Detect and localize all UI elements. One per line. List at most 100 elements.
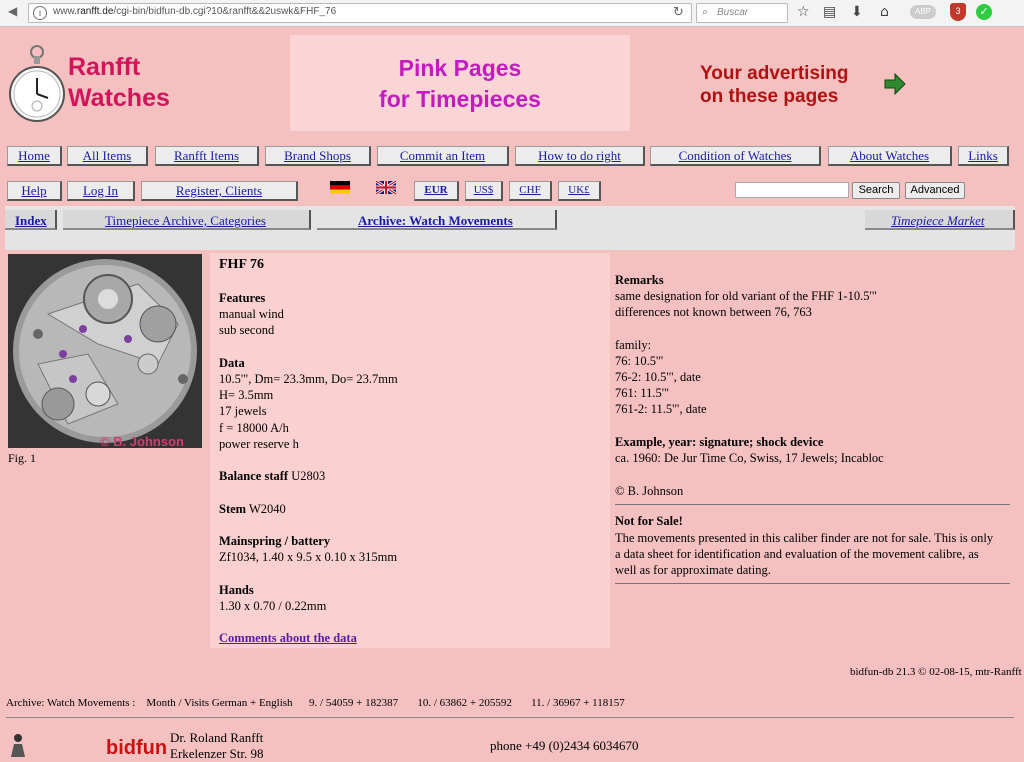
stem-label: Stem bbox=[219, 502, 247, 516]
advertising-text-line1[interactable]: Your advertising bbox=[700, 63, 849, 85]
figure-caption: Fig. 1 bbox=[8, 451, 37, 465]
stem: Stem W2040 bbox=[219, 501, 286, 517]
nav-condition-of-watches[interactable]: Condition of Watches bbox=[650, 146, 821, 166]
archive-subnav: Index Timepiece Archive, Categories Arch… bbox=[5, 206, 1015, 250]
remark-line: same designation for old variant of the … bbox=[615, 289, 877, 303]
nav-home[interactable]: Home bbox=[7, 146, 62, 166]
balance-staff-label: Balance staff bbox=[219, 469, 289, 483]
bookmark-star-icon[interactable]: ☆ bbox=[797, 4, 810, 20]
currency-usd[interactable]: US$ bbox=[465, 181, 503, 201]
logo-text-ranfft[interactable]: Ranfft bbox=[68, 53, 140, 82]
logo-text-watches[interactable]: Watches bbox=[68, 84, 170, 113]
uk-flag-icon[interactable] bbox=[376, 181, 396, 194]
remarks-copyright: © B. Johnson bbox=[615, 484, 684, 498]
remark-line: 76-2: 10.5'", date bbox=[615, 370, 701, 384]
back-icon[interactable]: ◀ bbox=[8, 4, 17, 18]
search-placeholder: Buscar bbox=[717, 7, 749, 18]
check-icon[interactable]: ✓ bbox=[976, 4, 992, 20]
contact-name: Dr. Roland Ranfft bbox=[170, 730, 264, 745]
not-for-sale-heading: Not for Sale! bbox=[615, 514, 683, 528]
data-line: power reserve h bbox=[219, 437, 299, 451]
currency-eur[interactable]: EUR bbox=[414, 181, 459, 201]
remark-line: 761: 11.5'" bbox=[615, 386, 670, 400]
remark-line: differences not known between 76, 763 bbox=[615, 305, 812, 319]
footer-visit-stats: Archive: Watch Movements : Month / Visit… bbox=[6, 697, 625, 709]
data-line: 10.5'", Dm= 23.3mm, Do= 23.7mm bbox=[219, 372, 398, 386]
hands-value: 1.30 x 0.70 / 0.22mm bbox=[219, 599, 327, 613]
data-line: H= 3.5mm bbox=[219, 388, 274, 402]
remark-line: 761-2: 11.5'", date bbox=[615, 402, 707, 416]
not-for-sale-line: a data sheet for identification and eval… bbox=[615, 547, 979, 561]
nav-how-to-do-right[interactable]: How to do right bbox=[515, 146, 645, 166]
mainspring-value: Zf1034, 1.40 x 9.5 x 0.10 x 315mm bbox=[219, 550, 398, 564]
site-search-input[interactable] bbox=[735, 182, 849, 198]
not-for-sale-line: The movements presented in this caliber … bbox=[615, 531, 994, 545]
nav-all-items[interactable]: All Items bbox=[67, 146, 148, 166]
currency-gbp[interactable]: UK£ bbox=[558, 181, 601, 201]
remark-line: family: bbox=[615, 338, 652, 352]
not-for-sale-line: well as for approximate dating. bbox=[615, 563, 771, 577]
contact-street: Erkelenzer Str. 98 bbox=[170, 746, 264, 761]
remark-line: 76: 10.5'" bbox=[615, 354, 664, 368]
nav-log-in[interactable]: Log In bbox=[67, 181, 135, 201]
hands-heading: Hands bbox=[219, 583, 254, 597]
balance-staff-value: U2803 bbox=[288, 469, 326, 483]
nav-help[interactable]: Help bbox=[7, 181, 62, 201]
subnav-archive-categories[interactable]: Timepiece Archive, Categories bbox=[105, 213, 266, 229]
browser-search-input[interactable]: ⌕ Buscar bbox=[696, 3, 788, 23]
example-heading: Example, year: signature; shock device bbox=[615, 435, 824, 449]
german-flag-icon[interactable] bbox=[330, 181, 350, 194]
person-icon bbox=[11, 734, 25, 757]
home-icon[interactable]: ⌂ bbox=[880, 4, 889, 20]
nav-ranfft-items[interactable]: Ranfft Items bbox=[155, 146, 259, 166]
currency-chf[interactable]: CHF bbox=[509, 181, 552, 201]
comments-link[interactable]: Comments about the data bbox=[219, 631, 357, 645]
subnav-archive-movements[interactable]: Archive: Watch Movements bbox=[358, 213, 513, 229]
search-icon: ⌕ bbox=[702, 5, 709, 18]
feature-item: manual wind bbox=[219, 307, 284, 321]
banner-title-line2: for Timepieces bbox=[379, 86, 541, 112]
data-heading: Data bbox=[219, 356, 245, 370]
banner-title-line1: Pink Pages bbox=[398, 55, 522, 81]
adblock-addon-icon[interactable]: ABP bbox=[910, 5, 936, 19]
arrow-right-icon[interactable] bbox=[884, 73, 906, 95]
reload-icon[interactable]: ↻ bbox=[673, 5, 684, 20]
nav-links[interactable]: Links bbox=[958, 146, 1009, 166]
nav-about-watches[interactable]: About Watches bbox=[828, 146, 952, 166]
contact-phone: phone +49 (0)2434 6034670 bbox=[490, 738, 639, 753]
advanced-search-button[interactable]: Advanced bbox=[905, 182, 965, 199]
nav-brand-shops[interactable]: Brand Shops bbox=[265, 146, 371, 166]
subnav-index[interactable]: Index bbox=[15, 213, 47, 229]
footer-divider bbox=[6, 717, 1014, 718]
feature-item: sub second bbox=[219, 323, 275, 337]
reading-list-icon[interactable]: ▤ bbox=[823, 4, 836, 20]
pink-pages-banner[interactable]: Pink Pages for Timepieces bbox=[290, 35, 630, 131]
mainspring-heading: Mainspring / battery bbox=[219, 534, 331, 548]
example-value: ca. 1960: De Jur Time Co, Swiss, 17 Jewe… bbox=[615, 451, 884, 465]
data-line: 17 jewels bbox=[219, 404, 267, 418]
nav-register-clients[interactable]: Register, Clients bbox=[141, 181, 298, 201]
info-icon[interactable]: i bbox=[33, 6, 47, 20]
footer-version: bidfun-db 21.3 © 02-08-15, mtr-Ranfft bbox=[850, 666, 1022, 678]
url-text: www.ranfft.de/cgi-bin/bidfun-db.cgi?10&r… bbox=[53, 6, 337, 17]
caliber-title: FHF 76 bbox=[219, 257, 264, 272]
balance-staff: Balance staff U2803 bbox=[219, 468, 325, 484]
address-bar[interactable]: i www.ranfft.de/cgi-bin/bidfun-db.cgi?10… bbox=[28, 3, 692, 23]
search-button[interactable]: Search bbox=[852, 182, 900, 199]
download-icon[interactable]: ⬇ bbox=[851, 4, 863, 20]
divider bbox=[615, 504, 1010, 505]
stem-value: W2040 bbox=[246, 502, 286, 516]
comments-about-data: Comments about the data bbox=[219, 630, 357, 646]
movement-photo[interactable]: © B. Johnson bbox=[8, 254, 202, 448]
data-line: f = 18000 A/h bbox=[219, 421, 289, 435]
browser-toolbar: ◀ i www.ranfft.de/cgi-bin/bidfun-db.cgi?… bbox=[0, 0, 1024, 27]
features-heading: Features bbox=[219, 291, 266, 305]
photo-credit: © B. Johnson bbox=[100, 434, 184, 448]
shield-icon[interactable]: 3 bbox=[950, 3, 966, 21]
remarks-heading: Remarks bbox=[615, 273, 664, 287]
nav-commit-item[interactable]: Commit an Item bbox=[377, 146, 509, 166]
divider bbox=[615, 583, 1010, 584]
advertising-text-line2[interactable]: on these pages bbox=[700, 86, 838, 108]
pocket-watch-logo[interactable] bbox=[8, 44, 66, 126]
subnav-timepiece-market[interactable]: Timepiece Market bbox=[891, 213, 985, 229]
